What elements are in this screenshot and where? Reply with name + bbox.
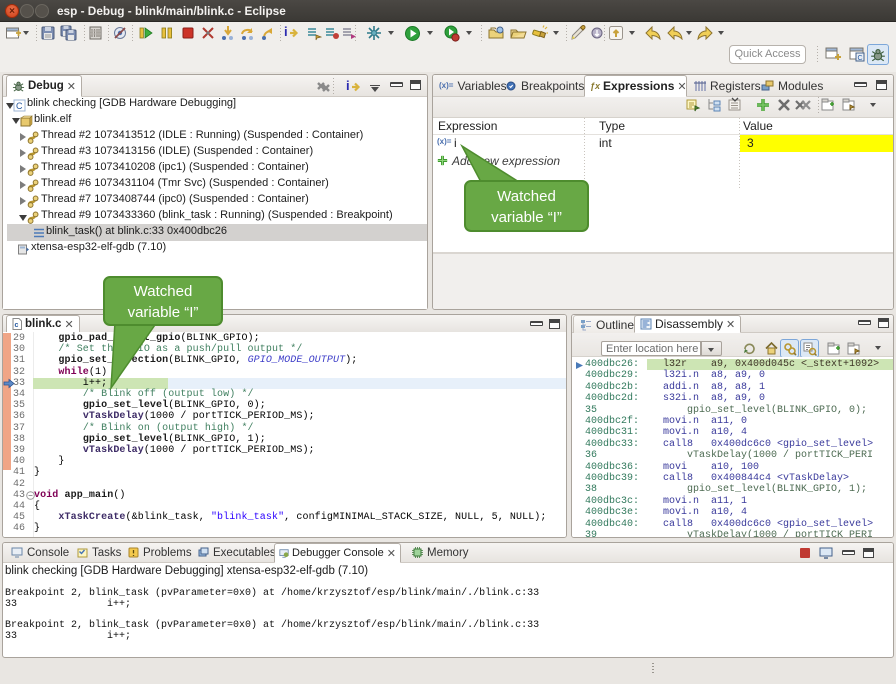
svg-text:c: c	[15, 322, 19, 329]
svg-text:C: C	[16, 101, 23, 111]
svg-text:C: C	[858, 55, 863, 62]
